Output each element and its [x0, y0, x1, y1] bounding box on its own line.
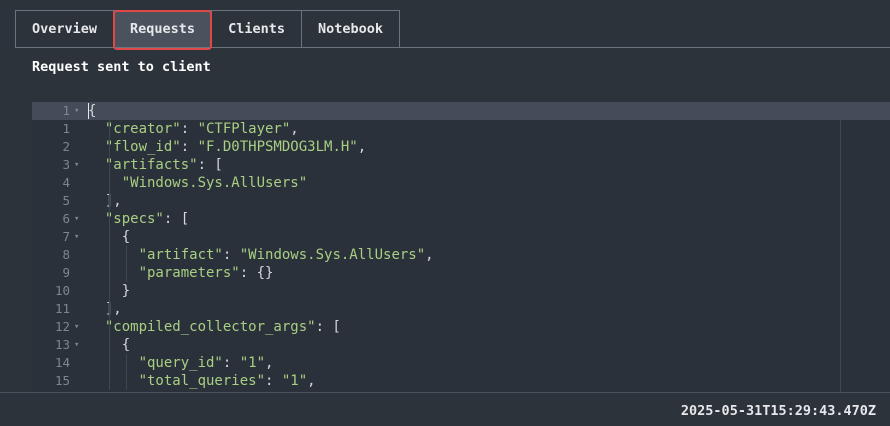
code-text: ], [88, 193, 122, 209]
code-text: "parameters": {} [138, 265, 274, 281]
tab-notebook[interactable]: Notebook [300, 10, 400, 47]
line-number: 2 [62, 139, 70, 154]
fold-toggle-icon[interactable]: ▾ [74, 228, 79, 246]
code-text: { [88, 103, 97, 119]
tab-bar: Overview Requests Clients Notebook [15, 10, 890, 50]
code-line[interactable]: 11 ], [32, 300, 890, 318]
fold-toggle-icon[interactable]: ▾ [74, 336, 79, 354]
code-text: "specs": [ [104, 211, 190, 227]
code-line[interactable]: 10 } [32, 282, 890, 300]
code-text: "compiled_collector_args": [ [104, 319, 341, 335]
code-line[interactable]: 8 "artifact": "Windows.Sys.AllUsers", [32, 246, 890, 264]
code-line[interactable]: 5 ], [32, 192, 890, 210]
line-number: 10 [54, 283, 70, 298]
indent-guide [125, 246, 127, 282]
fold-toggle-icon[interactable]: ▾ [74, 156, 79, 174]
code-text: "Windows.Sys.AllUsers" [121, 175, 308, 191]
code-line[interactable]: 7 ▾ { [32, 228, 890, 246]
line-number: 15 [54, 373, 70, 388]
code-line[interactable]: 6 ▾ "specs": [ [32, 210, 890, 228]
tab-clients[interactable]: Clients [211, 10, 302, 47]
tab-overview[interactable]: Overview [15, 10, 115, 47]
text-cursor [88, 103, 89, 119]
code-text: "flow_id": "F.D0THPSMDOG3LM.H", [104, 139, 367, 155]
tab-requests[interactable]: Requests [113, 10, 213, 50]
line-number: 8 [62, 247, 70, 262]
line-number: 1 [62, 121, 70, 136]
code-line[interactable]: 9 "parameters": {} [32, 264, 890, 282]
line-number: 3 [62, 157, 70, 172]
code-editor[interactable]: 1 ▾{1 "creator": "CTFPlayer", 2 "flow_id":… [32, 102, 890, 392]
indent-guide [125, 354, 127, 390]
code-line[interactable]: 1 "creator": "CTFPlayer", [32, 120, 890, 138]
line-number: 13 [54, 337, 70, 352]
fold-toggle-icon[interactable]: ▾ [74, 102, 79, 120]
code-line[interactable]: 12 ▾ "compiled_collector_args": [ [32, 318, 890, 336]
line-number: 11 [54, 301, 70, 316]
line-number: 7 [62, 229, 70, 244]
line-number: 6 [62, 211, 70, 226]
code-line[interactable]: 4 "Windows.Sys.AllUsers" [32, 174, 890, 192]
code-text: "query_id": "1", [138, 355, 274, 371]
line-number: 4 [62, 175, 70, 190]
code-line[interactable]: 3 ▾ "artifacts": [ [32, 156, 890, 174]
indent-guide [108, 120, 110, 390]
section-heading: Request sent to client [32, 59, 211, 75]
code-line[interactable]: 2 "flow_id": "F.D0THPSMDOG3LM.H", [32, 138, 890, 156]
code-text: ], [88, 301, 122, 317]
status-bar: 2025-05-31T15:29:43.470Z [0, 392, 890, 426]
fold-toggle-icon[interactable]: ▾ [74, 318, 79, 336]
line-number: 9 [62, 265, 70, 280]
code-text: "total_queries": "1", [138, 373, 316, 389]
code-line[interactable]: 1 ▾ { [32, 102, 890, 120]
line-number: 12 [54, 319, 70, 334]
timestamp: 2025-05-31T15:29:43.470Z [680, 403, 876, 419]
code-text: "creator": "CTFPlayer", [104, 121, 299, 137]
code-line[interactable]: 15 "total_queries": "1", [32, 372, 890, 390]
line-number: 5 [62, 193, 70, 208]
line-number: 1 [62, 103, 70, 118]
code-text: "artifact": "Windows.Sys.AllUsers", [138, 247, 434, 263]
line-number: 14 [54, 355, 70, 370]
app-window: Overview Requests Clients Notebook Reque… [0, 0, 890, 426]
code-line[interactable]: 14 "query_id": "1", [32, 354, 890, 372]
code-line[interactable]: 13 ▾ { [32, 336, 890, 354]
fold-toggle-icon[interactable]: ▾ [74, 210, 79, 228]
